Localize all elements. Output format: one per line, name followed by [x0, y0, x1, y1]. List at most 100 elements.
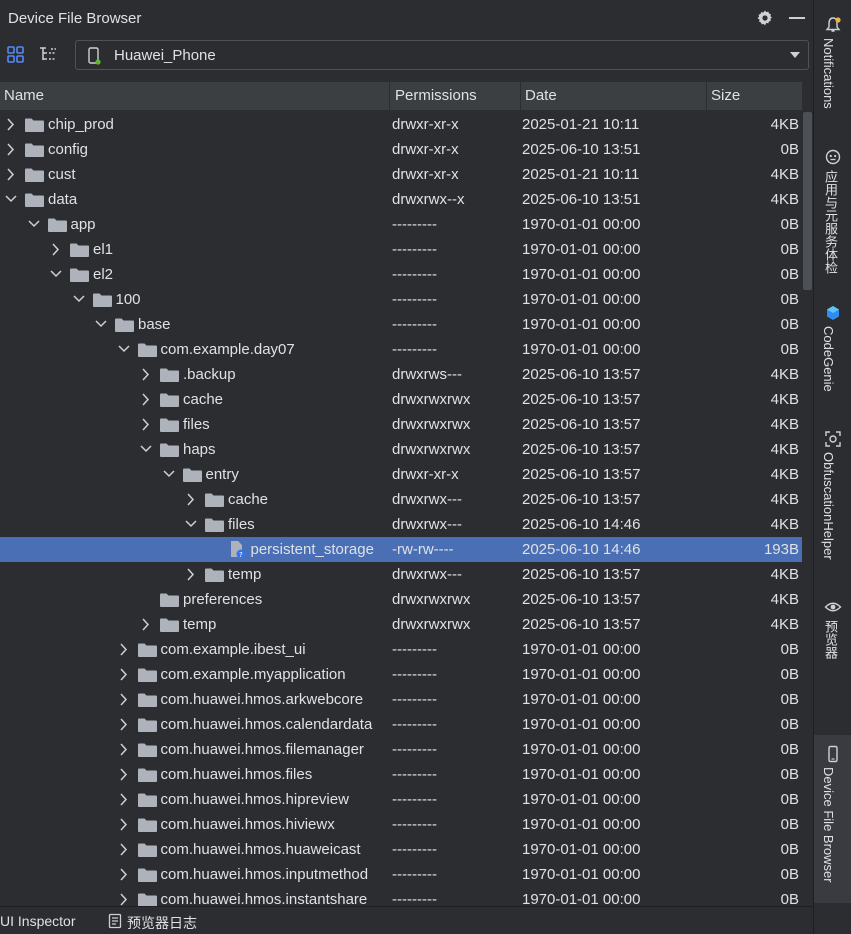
- chevron-right-icon[interactable]: [4, 112, 18, 137]
- chevron-right-icon[interactable]: [184, 487, 198, 512]
- permissions-cell: ---------: [392, 816, 437, 833]
- table-row[interactable]: com.huawei.hmos.arkwebcore --------- 1970-…: [0, 687, 802, 712]
- name-cell: config: [0, 137, 390, 162]
- table-row[interactable]: temp drwxrwx--- 2025-06-10 13:57 4KB: [0, 562, 802, 587]
- table-row[interactable]: com.huawei.hmos.files --------- 1970-01-01…: [0, 762, 802, 787]
- chevron-down-icon[interactable]: [94, 312, 108, 337]
- folder-icon: [137, 343, 157, 357]
- table-row[interactable]: chip_prod drwxr-xr-x 2025-01-21 10:11 4KB: [0, 112, 802, 137]
- name-cell: ? persistent_storage: [0, 537, 390, 562]
- table-row[interactable]: com.huawei.hmos.instantshare --------- 197…: [0, 887, 802, 906]
- tool-window-tab[interactable]: Device File Browser: [814, 735, 851, 903]
- table-row[interactable]: base --------- 1970-01-01 00:00 0B: [0, 312, 802, 337]
- tree-collapse-icon[interactable]: [38, 45, 58, 65]
- vertical-scrollbar[interactable]: [802, 112, 812, 906]
- table-row[interactable]: com.huawei.hmos.calendardata --------- 197…: [0, 712, 802, 737]
- gear-icon[interactable]: [756, 9, 774, 27]
- folder-icon: [160, 593, 179, 607]
- tool-window-tab[interactable]: ObfuscationHelper: [814, 422, 851, 560]
- table-row[interactable]: files drwxrwxrwx 2025-06-10 13:57 4KB: [0, 412, 802, 437]
- chevron-down-icon[interactable]: [27, 212, 41, 237]
- chevron-right-icon[interactable]: [117, 887, 131, 906]
- folder-icon: [160, 418, 179, 432]
- column-header-name[interactable]: Name: [0, 82, 390, 110]
- table-row[interactable]: .backup drwxrws--- 2025-06-10 13:57 4KB: [0, 362, 802, 387]
- chevron-down-icon[interactable]: [49, 262, 63, 287]
- table-row[interactable]: preferences drwxrwxrwx 2025-06-10 13:57 4KB: [0, 587, 802, 612]
- chevron-right-icon[interactable]: [117, 862, 131, 887]
- table-row[interactable]: com.huawei.hmos.hiviewx --------- 1970-01-…: [0, 812, 802, 837]
- table-row[interactable]: el1 --------- 1970-01-01 00:00 0B: [0, 237, 802, 262]
- column-header-date[interactable]: Date: [521, 82, 707, 110]
- tool-window-tab[interactable]: CodeGenie: [814, 298, 851, 418]
- table-row[interactable]: config drwxr-xr-x 2025-06-10 13:51 0B: [0, 137, 802, 162]
- table-row[interactable]: haps drwxrwxrwx 2025-06-10 13:57 4KB: [0, 437, 802, 462]
- chevron-right-icon[interactable]: [117, 787, 131, 812]
- grid-view-icon[interactable]: [6, 45, 26, 65]
- scrollbar-thumb[interactable]: [803, 112, 812, 290]
- table-row[interactable]: com.example.ibest_ui --------- 1970-01-01 …: [0, 637, 802, 662]
- table-row[interactable]: ? persistent_storage -rw-rw---- 2025-06-10 …: [0, 537, 802, 562]
- chevron-right-icon[interactable]: [117, 837, 131, 862]
- table-row[interactable]: el2 --------- 1970-01-01 00:00 0B: [0, 262, 802, 287]
- chevron-down-icon[interactable]: [72, 287, 86, 312]
- name-cell: el1: [0, 237, 390, 262]
- table-row[interactable]: cache drwxrwxrwx 2025-06-10 13:57 4KB: [0, 387, 802, 412]
- chevron-right-icon[interactable]: [117, 712, 131, 737]
- tool-window-tab[interactable]: 预览器: [814, 590, 851, 710]
- chevron-down-icon[interactable]: [4, 187, 18, 212]
- chevron-down-icon[interactable]: [162, 462, 176, 487]
- column-header-permissions[interactable]: Permissions: [391, 82, 521, 110]
- column-header-size[interactable]: Size: [707, 82, 802, 110]
- permissions-cell: ---------: [392, 641, 437, 658]
- table-row[interactable]: cache drwxrwx--- 2025-06-10 13:57 4KB: [0, 487, 802, 512]
- device-selector[interactable]: Huawei_Phone: [75, 40, 809, 70]
- date-cell: 1970-01-01 00:00: [522, 641, 641, 658]
- table-row[interactable]: temp drwxrwxrwx 2025-06-10 13:57 4KB: [0, 612, 802, 637]
- size-cell: 0B: [780, 766, 799, 783]
- table-row[interactable]: entry drwxr-xr-x 2025-06-10 13:57 4KB: [0, 462, 802, 487]
- chevron-right-icon[interactable]: [49, 237, 63, 262]
- chevron-right-icon[interactable]: [139, 412, 153, 437]
- permissions-cell: drwxrwxrwx: [392, 591, 471, 608]
- chevron-right-icon[interactable]: [117, 687, 131, 712]
- name-cell: .backup: [0, 362, 390, 387]
- table-row[interactable]: 100 --------- 1970-01-01 00:00 0B: [0, 287, 802, 312]
- previewer-log-tab[interactable]: 预览器日志: [127, 913, 197, 933]
- table-row[interactable]: com.huawei.hmos.filemanager --------- 1970…: [0, 737, 802, 762]
- ui-inspector-tab[interactable]: UI Inspector: [0, 913, 75, 929]
- chevron-right-icon[interactable]: [184, 562, 198, 587]
- chevron-right-icon[interactable]: [139, 612, 153, 637]
- chevron-down-icon[interactable]: [139, 437, 153, 462]
- table-row[interactable]: com.huawei.hmos.inputmethod --------- 1970…: [0, 862, 802, 887]
- chevron-right-icon[interactable]: [139, 387, 153, 412]
- chevron-right-icon[interactable]: [117, 762, 131, 787]
- chevron-right-icon[interactable]: [4, 162, 18, 187]
- table-row[interactable]: files drwxrwx--- 2025-06-10 14:46 4KB: [0, 512, 802, 537]
- table-row[interactable]: app --------- 1970-01-01 00:00 0B: [0, 212, 802, 237]
- tool-window-tab[interactable]: Notifications: [814, 8, 851, 128]
- table-row[interactable]: cust drwxr-xr-x 2025-01-21 10:11 4KB: [0, 162, 802, 187]
- folder-icon: [137, 668, 157, 682]
- folder-icon: [137, 843, 157, 857]
- chevron-down-icon[interactable]: [117, 337, 131, 362]
- chevron-right-icon[interactable]: [139, 362, 153, 387]
- minimize-button[interactable]: [789, 17, 805, 19]
- table-row[interactable]: com.example.day07 --------- 1970-01-01 00:…: [0, 337, 802, 362]
- chevron-right-icon[interactable]: [117, 737, 131, 762]
- tool-window-tab[interactable]: 应用与元服务体检: [814, 140, 851, 274]
- folder-icon: [137, 643, 157, 657]
- date-cell: 1970-01-01 00:00: [522, 291, 641, 308]
- chevron-right-icon[interactable]: [117, 662, 131, 687]
- name-cell: com.example.day07: [0, 337, 390, 362]
- size-cell: 0B: [780, 816, 799, 833]
- table-row[interactable]: com.huawei.hmos.huaweicast --------- 1970-…: [0, 837, 802, 862]
- table-row[interactable]: data drwxrwx--x 2025-06-10 13:51 4KB: [0, 187, 802, 212]
- file-name: com.huawei.hmos.hipreview: [160, 791, 349, 808]
- chevron-right-icon[interactable]: [4, 137, 18, 162]
- table-row[interactable]: com.example.myapplication --------- 1970-0…: [0, 662, 802, 687]
- chevron-right-icon[interactable]: [117, 637, 131, 662]
- chevron-right-icon[interactable]: [117, 812, 131, 837]
- table-row[interactable]: com.huawei.hmos.hipreview --------- 1970-0…: [0, 787, 802, 812]
- chevron-down-icon[interactable]: [184, 512, 198, 537]
